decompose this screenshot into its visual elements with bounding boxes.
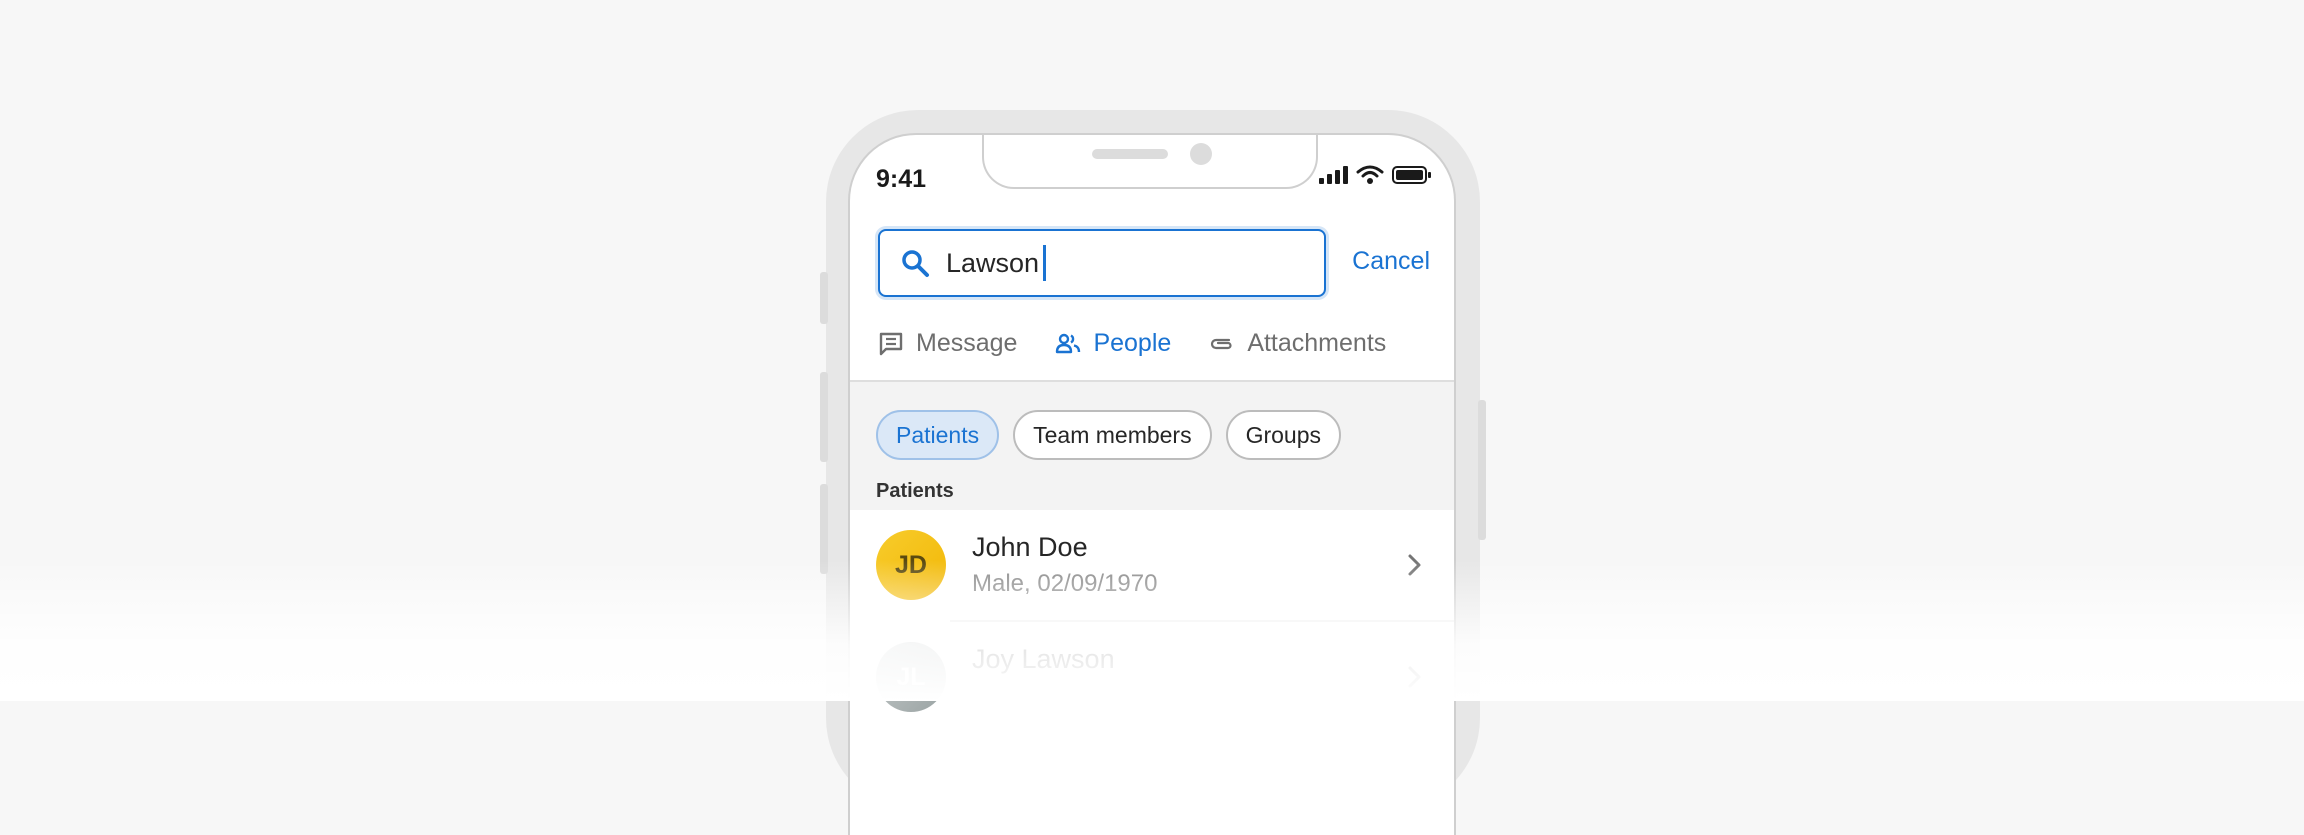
status-time: 9:41 [876,165,927,193]
filter-chip-patients[interactable]: Patients [876,410,1000,460]
battery-icon [1392,166,1431,184]
list-item[interactable]: JD John Doe Male, 02/09/1970 [850,510,1454,622]
search-query-text: Lawson [946,247,1040,278]
patient-name: John Doe [972,532,1088,562]
list-item[interactable]: JL Joy Lawson [850,622,1454,734]
tab-people-label: People [1093,329,1172,357]
avatar: JD [876,530,946,600]
paperclip-icon [1211,338,1232,350]
cancel-button[interactable]: Cancel [1352,247,1430,276]
filter-chip-team-members[interactable]: Team members [1013,410,1212,460]
tab-attachments-label: Attachments [1247,329,1387,357]
section-heading: Patients [876,480,954,502]
tab-attachments[interactable]: Attachments [1209,325,1386,381]
phone-side-button-volume-up [820,372,828,462]
filter-chip-groups[interactable]: Groups [1225,410,1342,460]
filter-panel: Patients Team members Groups Patients [850,380,1454,512]
avatar: JL [876,642,946,712]
chevron-right-icon [1408,554,1421,576]
chevron-right-icon [1408,666,1421,688]
message-icon [879,332,903,356]
speaker [1092,149,1168,159]
search-tabs: Message People Attachments [878,325,1386,385]
tab-message[interactable]: Message [878,325,1017,381]
search-icon [902,250,929,277]
search-input[interactable]: Lawson [878,229,1326,297]
front-camera [1190,143,1212,165]
patient-details: Male, 02/09/1970 [972,570,1158,597]
notch [982,135,1318,189]
status-icons [1318,165,1432,185]
tab-message-label: Message [916,329,1018,357]
people-icon [1056,333,1081,354]
cellular-signal-icon [1319,166,1348,184]
phone-side-button-power [1478,400,1486,540]
phone-side-button-volume-down [820,484,828,574]
tab-people[interactable]: People [1055,325,1172,385]
phone-side-button-mute [820,272,828,324]
wifi-icon [1356,165,1384,184]
filter-chips: Patients Team members Groups [876,410,1342,460]
phone-screen: 9:41 Lawson Cancel Message People Attach… [848,133,1456,835]
patient-name: Joy Lawson [972,644,1115,674]
text-caret [1043,245,1047,281]
